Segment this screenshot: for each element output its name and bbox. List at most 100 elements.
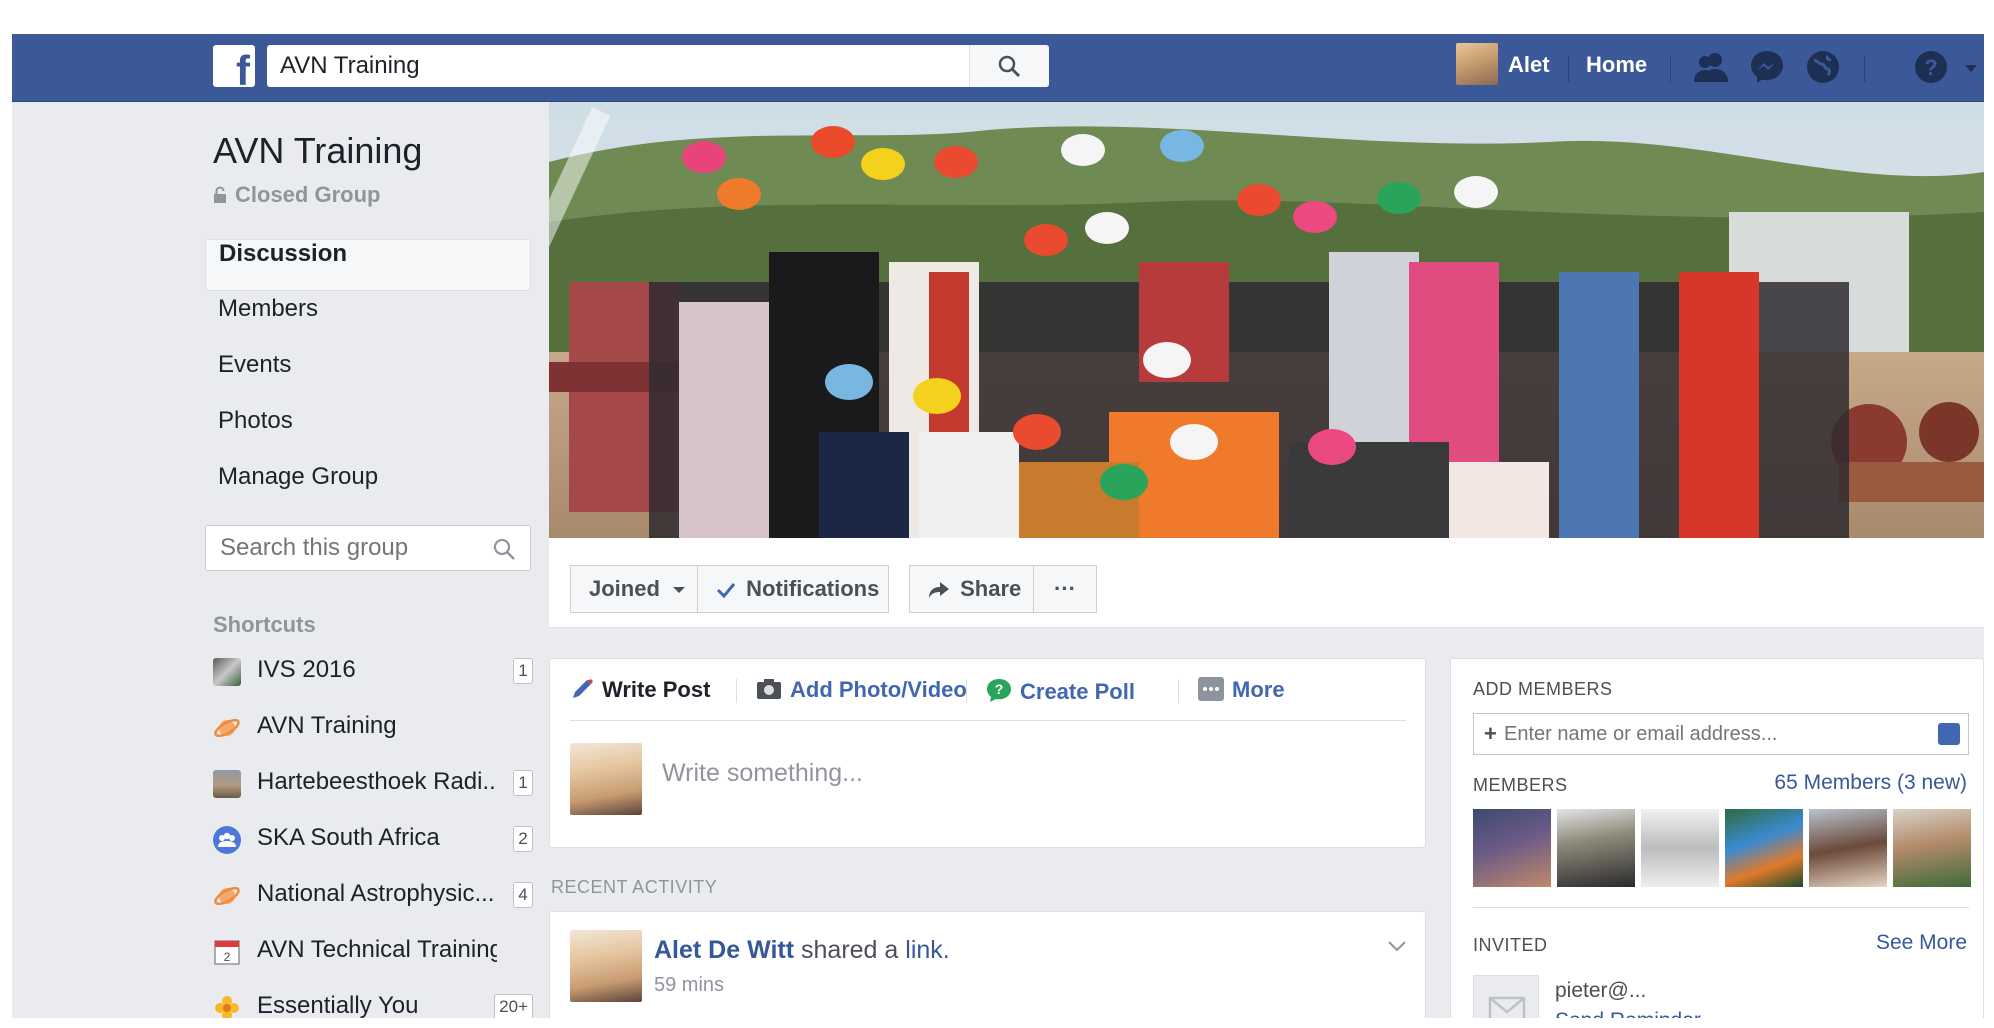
shortcut-item[interactable]: SKA South Africa 2 xyxy=(213,818,533,858)
poll-icon: ? xyxy=(987,679,1011,702)
add-members-field: + xyxy=(1473,713,1969,755)
shortcut-label: AVN Training xyxy=(257,712,397,739)
svg-text:?: ? xyxy=(1924,55,1937,80)
plus-icon: + xyxy=(1484,721,1497,746)
shortcut-badge: 1 xyxy=(513,770,533,796)
more-options-button[interactable]: ··· xyxy=(1033,565,1097,613)
send-reminder-link[interactable]: Send Reminder xyxy=(1555,1009,1701,1018)
tab-create-poll-label: Create Poll xyxy=(1020,679,1135,704)
share-arrow-icon xyxy=(929,582,949,598)
story-author-name[interactable]: Alet De Witt xyxy=(654,936,794,964)
shortcut-badge: 4 xyxy=(513,882,533,908)
contact-list-icon[interactable] xyxy=(1938,723,1960,745)
envelope-icon xyxy=(1473,975,1539,1018)
add-members-input[interactable] xyxy=(1474,714,1914,754)
cover-photo-image xyxy=(549,102,1984,538)
more-dots-icon xyxy=(1198,677,1224,701)
notifications-button[interactable]: Notifications xyxy=(697,565,889,613)
friend-requests-icon[interactable] xyxy=(1692,48,1730,86)
shortcut-item[interactable]: IVS 2016 1 xyxy=(213,650,533,690)
tab-create-poll[interactable]: ? Create Poll xyxy=(986,677,1135,705)
composer-tabs: Write Post Add Photo/Video ? Create Poll … xyxy=(570,659,1406,721)
nav-item-members[interactable]: Members xyxy=(205,295,531,347)
nav-item-discussion[interactable]: Discussion xyxy=(205,239,531,291)
story-object-link[interactable]: link. xyxy=(905,936,949,964)
composer-avatar xyxy=(570,743,642,815)
divider xyxy=(1670,56,1671,82)
shortcut-item[interactable]: National Astrophysic... 4 xyxy=(213,874,533,914)
shortcut-item[interactable]: Essentially You 20+ xyxy=(213,986,533,1018)
divider xyxy=(1864,56,1865,82)
group-icon xyxy=(213,826,241,854)
tab-add-photo-video-label: Add Photo/Video xyxy=(790,677,967,702)
shortcut-badge: 2 xyxy=(513,826,533,852)
search-icon[interactable] xyxy=(492,537,516,561)
members-sidebar: ADD MEMBERS + MEMBERS 65 Members (3 new)… xyxy=(1450,658,1984,1018)
nav-item-manage-group[interactable]: Manage Group xyxy=(205,463,531,515)
planet-icon xyxy=(214,718,240,738)
composer-input[interactable]: Write something... xyxy=(662,759,863,788)
member-avatar[interactable] xyxy=(1809,809,1887,887)
user-avatar[interactable] xyxy=(1456,43,1498,85)
member-avatar[interactable] xyxy=(1725,809,1803,887)
story-timestamp[interactable]: 59 mins xyxy=(654,974,724,997)
group-title[interactable]: AVN Training xyxy=(213,130,422,172)
see-more-link[interactable]: See More xyxy=(1876,931,1967,955)
recent-activity-title: RECENT ACTIVITY xyxy=(551,877,718,897)
member-avatar[interactable] xyxy=(1641,809,1719,887)
group-navigation: Discussion Members Events Photos Manage … xyxy=(205,239,531,519)
search-icon xyxy=(998,55,1020,77)
shortcut-item[interactable]: Hartebeesthoek Radi... 1 xyxy=(213,762,533,802)
shortcut-item[interactable]: 2 AVN Technical Training ... xyxy=(213,930,533,970)
chevron-down-icon[interactable] xyxy=(1387,940,1407,952)
account-menu-icon[interactable] xyxy=(1964,64,1978,74)
calendar-icon: 2 xyxy=(214,940,240,965)
story-verb: shared a xyxy=(801,936,899,964)
global-search xyxy=(267,45,1049,87)
shortcut-label: Essentially You xyxy=(257,992,419,1018)
group-search xyxy=(205,525,531,571)
facebook-logo-icon[interactable]: f xyxy=(213,45,255,87)
user-name-link[interactable]: Alet xyxy=(1508,52,1550,78)
group-search-input[interactable] xyxy=(206,526,466,570)
tab-write-post[interactable]: Write Post xyxy=(570,677,710,703)
nav-item-photos[interactable]: Photos xyxy=(205,407,531,459)
story-header: Alet De Witt shared a link. xyxy=(654,936,950,965)
camera-icon xyxy=(757,679,781,699)
tab-add-photo-video[interactable]: Add Photo/Video xyxy=(756,677,967,703)
shortcut-label: National Astrophysic... xyxy=(257,880,495,907)
story-author-avatar[interactable] xyxy=(570,930,642,1002)
home-link[interactable]: Home xyxy=(1586,52,1647,78)
group-cover-photo[interactable] xyxy=(549,102,1984,538)
member-avatar[interactable] xyxy=(1557,809,1635,887)
more-options-icon: ··· xyxy=(1054,576,1076,601)
global-search-input[interactable] xyxy=(267,45,967,87)
members-title: MEMBERS xyxy=(1473,775,1568,795)
ivs-photo-icon xyxy=(213,658,241,686)
tab-more[interactable]: More xyxy=(1198,677,1285,703)
help-icon[interactable]: ? xyxy=(1912,48,1950,86)
chevron-down-icon xyxy=(673,587,686,593)
shortcut-label: SKA South Africa xyxy=(257,824,440,851)
divider xyxy=(1473,907,1969,908)
notifications-globe-icon[interactable] xyxy=(1804,48,1842,86)
messenger-icon[interactable] xyxy=(1748,48,1786,86)
flower-icon xyxy=(215,996,239,1018)
facebook-logo-letter: f xyxy=(236,47,250,87)
shortcut-badge: 20+ xyxy=(494,994,533,1018)
notifications-label: Notifications xyxy=(746,576,880,601)
invited-email: pieter@... xyxy=(1555,979,1647,1002)
joined-button[interactable]: Joined xyxy=(570,565,698,613)
member-avatar[interactable] xyxy=(1893,809,1971,887)
add-members-title: ADD MEMBERS xyxy=(1473,679,1613,699)
search-button[interactable] xyxy=(969,45,1049,87)
shortcut-item[interactable]: AVN Training xyxy=(213,706,533,746)
pencil-icon xyxy=(573,679,593,698)
members-count-link[interactable]: 65 Members (3 new) xyxy=(1774,771,1967,795)
shortcut-badge: 1 xyxy=(513,658,533,684)
nav-item-events[interactable]: Events xyxy=(205,351,531,403)
member-avatar[interactable] xyxy=(1473,809,1551,887)
top-navigation-bar: f Alet Home xyxy=(12,34,1984,102)
share-button[interactable]: Share xyxy=(909,565,1034,613)
shortcut-label: IVS 2016 xyxy=(257,656,356,683)
